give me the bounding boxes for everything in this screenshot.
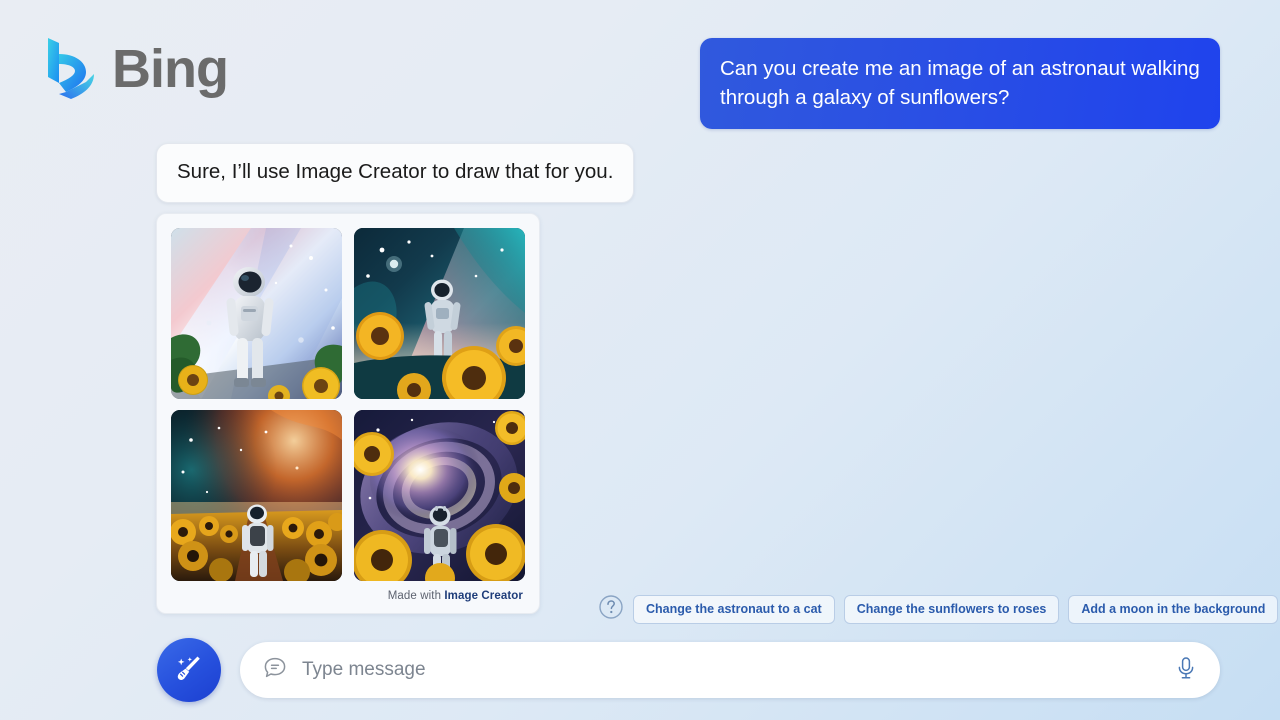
composer: Type message (157, 638, 1220, 702)
suggestion-chip-2[interactable]: Change the sunflowers to roses (843, 594, 1060, 625)
suggestions-row: Change the astronaut to a cat Change the… (598, 594, 1279, 625)
user-message-bubble: Can you create me an image of an astrona… (700, 38, 1220, 130)
generated-image-1[interactable] (171, 228, 342, 399)
bing-logo-icon (44, 36, 98, 102)
bing-brand: Bing (44, 36, 229, 102)
bing-wordmark: Bing (112, 39, 229, 99)
question-circle-icon[interactable] (598, 594, 624, 625)
message-input-pill[interactable]: Type message (240, 642, 1220, 698)
new-topic-button[interactable] (157, 638, 221, 702)
image-creator-link[interactable]: Image Creator (444, 590, 523, 602)
generated-image-4[interactable] (354, 410, 525, 581)
suggestion-chip-1[interactable]: Change the astronaut to a cat (633, 594, 835, 625)
image-grid (171, 228, 525, 581)
bot-message-row: Sure, I’ll use Image Creator to draw tha… (156, 143, 635, 203)
message-input[interactable]: Type message (288, 659, 1174, 681)
broom-sparkle-icon (172, 651, 206, 690)
microphone-icon[interactable] (1174, 655, 1198, 686)
chat-bubble-icon (262, 655, 288, 686)
made-with-credit: Made with Image Creator (171, 581, 525, 605)
made-with-prefix: Made with (387, 590, 445, 602)
generated-image-2[interactable] (354, 228, 525, 399)
suggestion-chip-3[interactable]: Add a moon in the background (1068, 594, 1279, 625)
image-results-card: Made with Image Creator (156, 213, 540, 614)
generated-image-3[interactable] (171, 410, 342, 581)
bot-message-bubble: Sure, I’ll use Image Creator to draw tha… (156, 143, 635, 203)
user-message-row: Can you create me an image of an astrona… (700, 38, 1220, 130)
